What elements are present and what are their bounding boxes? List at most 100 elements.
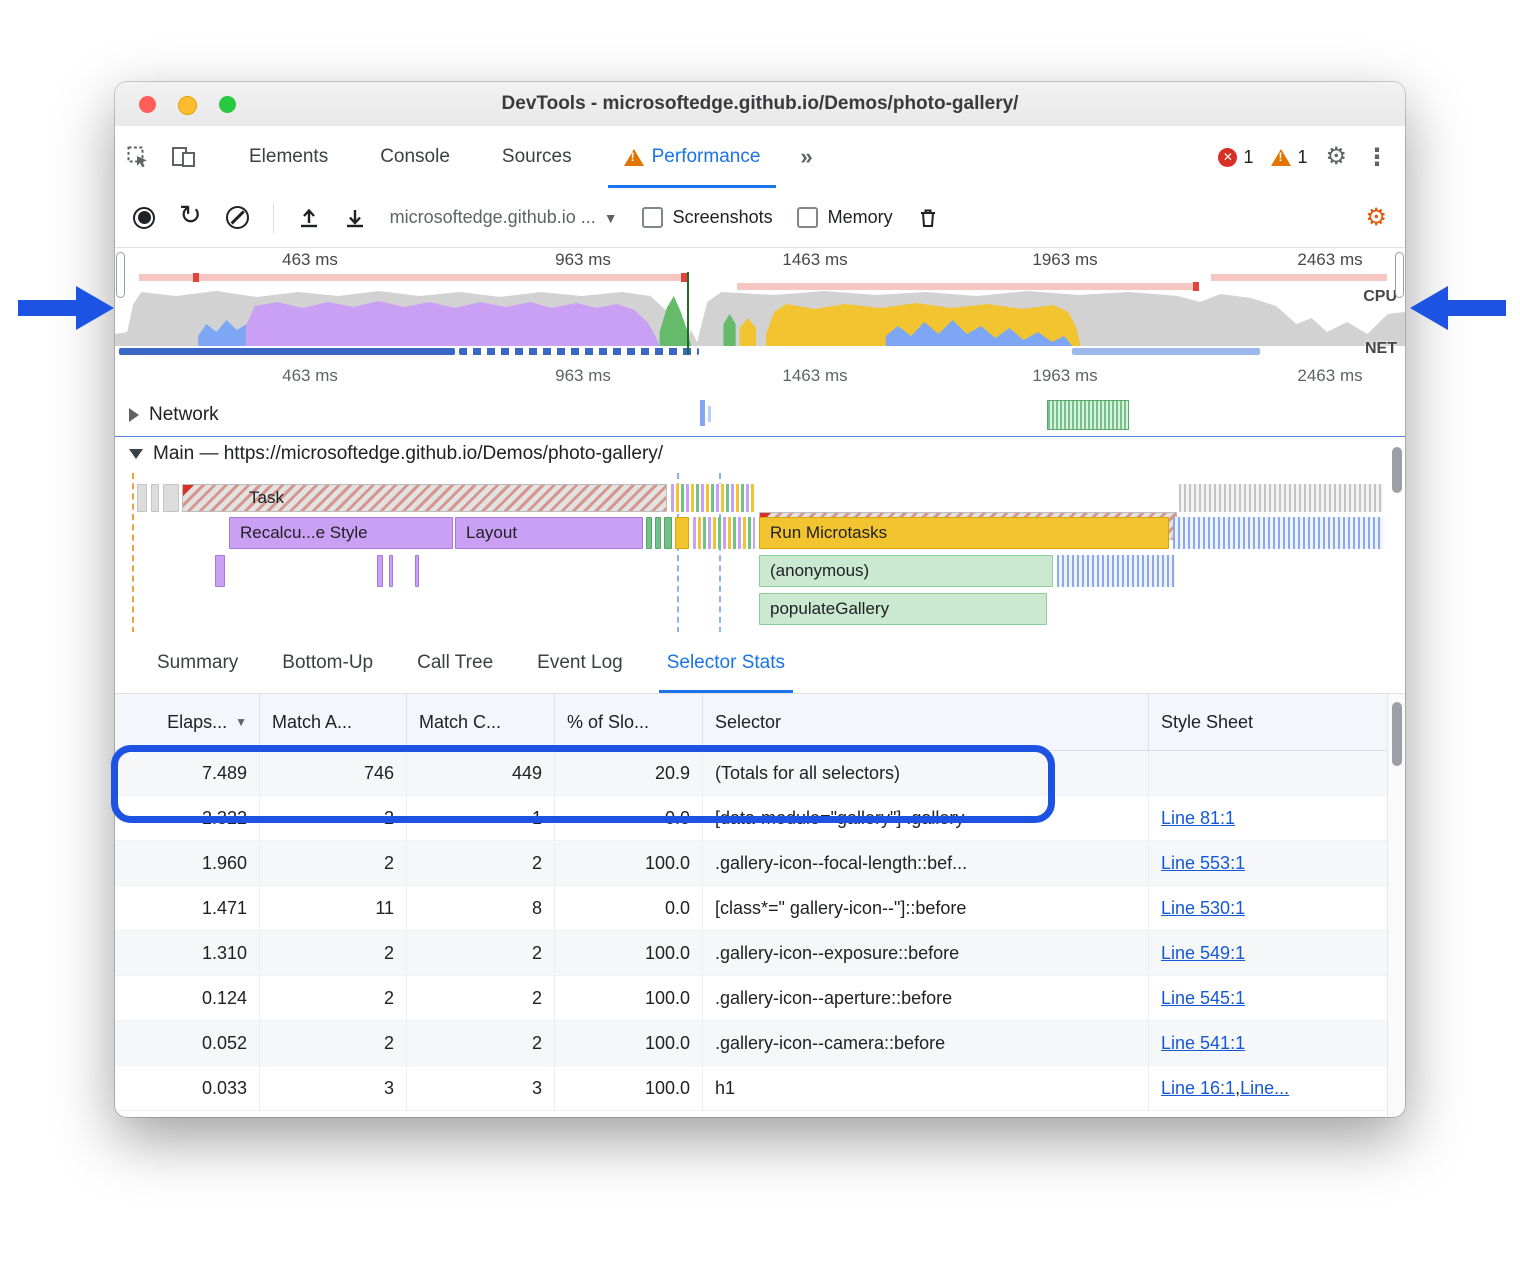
more-tabs-icon[interactable]: » — [786, 126, 826, 188]
table-row[interactable]: 0.033 3 3 100.0 h1 Line 16:1 , Line... — [115, 1066, 1387, 1111]
zoom-window-button[interactable] — [219, 96, 236, 113]
stylesheet-link[interactable]: Line 549:1 — [1161, 943, 1245, 964]
main-thread-track[interactable]: Main — https://microsoftedge.github.io/D… — [115, 436, 1405, 634]
tab-bottom-up[interactable]: Bottom-Up — [260, 632, 395, 693]
network-request-marker — [708, 406, 711, 422]
task-bar — [151, 484, 159, 512]
kebab-menu-icon[interactable]: ⋮ — [1365, 143, 1389, 172]
tab-sources[interactable]: Sources — [476, 126, 598, 188]
tab-elements[interactable]: Elements — [223, 126, 354, 188]
cell-slow-path-pct: 100.0 — [555, 1021, 703, 1065]
net-track-label: NET — [1365, 340, 1397, 358]
net-activity-bar — [1072, 348, 1260, 355]
vertical-scrollbar[interactable] — [1387, 694, 1405, 1117]
network-requests-block — [1047, 400, 1129, 430]
tab-call-tree[interactable]: Call Tree — [395, 632, 515, 693]
network-track[interactable]: Network — [115, 396, 1405, 437]
annotation-arrow-right — [1410, 286, 1506, 330]
table-row[interactable]: 0.052 2 2 100.0 .gallery-icon--camera::b… — [115, 1021, 1387, 1066]
record-button[interactable] — [133, 207, 155, 229]
reload-and-record-button[interactable]: ↻ — [179, 202, 202, 229]
long-task-marker — [193, 273, 199, 282]
stylesheet-link[interactable]: Line 553:1 — [1161, 853, 1245, 874]
playhead-marker[interactable] — [687, 272, 689, 354]
cell-match-attempts: 2 — [260, 1021, 407, 1065]
warning-icon — [624, 149, 644, 166]
task-bar — [163, 484, 179, 512]
header-style-sheet[interactable]: Style Sheet — [1149, 694, 1387, 750]
header-match-count[interactable]: Match C... — [407, 694, 555, 750]
tab-console[interactable]: Console — [354, 126, 476, 188]
capture-settings-gear-icon[interactable]: ⚙ — [1365, 206, 1387, 230]
settings-gear-icon[interactable]: ⚙ — [1325, 145, 1347, 169]
tab-performance[interactable]: Performance — [598, 126, 787, 188]
header-elapsed[interactable]: Elaps...▼ — [115, 694, 260, 750]
cell-selector: [class*=" gallery-icon--"]::before — [703, 886, 1149, 930]
stylesheet-link[interactable]: Line 81:1 — [1161, 808, 1235, 829]
table-row[interactable]: 1.471 11 8 0.0 [class*=" gallery-icon--"… — [115, 886, 1387, 931]
load-profile-icon[interactable] — [298, 207, 320, 229]
table-row[interactable]: 1.960 2 2 100.0 .gallery-icon--focal-len… — [115, 841, 1387, 886]
cell-match-count: 2 — [407, 1021, 555, 1065]
table-row[interactable]: 1.310 2 2 100.0 .gallery-icon--exposure:… — [115, 931, 1387, 976]
collect-garbage-icon[interactable] — [917, 207, 939, 229]
save-profile-icon[interactable] — [344, 207, 366, 229]
main-track-label: Main — https://microsoftedge.github.io/D… — [153, 443, 663, 465]
collapse-track-icon[interactable] — [129, 449, 143, 459]
timeline-overview[interactable]: 463 ms963 ms1463 ms1963 ms2463 ms — [115, 248, 1405, 360]
memory-checkbox[interactable]: Memory — [797, 207, 893, 228]
cell-selector: (Totals for all selectors) — [703, 751, 1149, 795]
screenshots-checkbox[interactable]: Screenshots — [642, 207, 773, 228]
layout-bar[interactable]: Layout — [455, 517, 643, 549]
analysis-tabbar: Summary Bottom-Up Call Tree Event Log Se… — [115, 632, 1405, 694]
stylesheet-link[interactable]: Line 530:1 — [1161, 898, 1245, 919]
close-window-button[interactable] — [139, 96, 156, 113]
small-events-strip — [693, 517, 755, 549]
overview-left-handle[interactable] — [116, 252, 125, 298]
expand-track-icon[interactable] — [129, 408, 139, 422]
flame-label: Recalcu...e Style — [230, 523, 368, 543]
chevron-down-icon: ▼ — [604, 210, 618, 226]
stylesheet-link[interactable]: Line 16:1 — [1161, 1078, 1235, 1099]
table-row[interactable]: 2.322 2 1 0.0 [data-module="gallery"] .g… — [115, 796, 1387, 841]
style-bar — [389, 555, 393, 587]
window-title: DevTools - microsoftedge.github.io/Demos… — [502, 93, 1019, 115]
script-bar — [675, 517, 689, 549]
cell-selector: .gallery-icon--camera::before — [703, 1021, 1149, 1065]
anonymous-function-bar[interactable]: (anonymous) — [759, 555, 1053, 587]
warning-icon — [1271, 149, 1291, 166]
device-toolbar-icon[interactable] — [161, 126, 207, 188]
overview-right-handle[interactable] — [1395, 252, 1404, 298]
header-match-attempts[interactable]: Match A... — [260, 694, 407, 750]
clear-button[interactable] — [226, 206, 249, 229]
cell-elapsed: 1.310 — [115, 931, 260, 975]
stylesheet-link[interactable]: Line 545:1 — [1161, 988, 1245, 1009]
error-badge[interactable]: ✕ 1 — [1218, 147, 1253, 168]
vertical-scrollbar-thumb[interactable] — [1392, 447, 1402, 493]
tab-summary[interactable]: Summary — [135, 632, 260, 693]
cell-match-count: 2 — [407, 976, 555, 1020]
header-slow-path-pct[interactable]: % of Slo... — [555, 694, 703, 750]
tab-selector-stats[interactable]: Selector Stats — [645, 632, 807, 693]
populate-gallery-bar[interactable]: populateGallery — [759, 593, 1047, 625]
error-icon: ✕ — [1218, 148, 1237, 167]
devtools-tabbar: Elements Console Sources Performance » ✕… — [115, 126, 1405, 189]
table-row[interactable]: 7.489 746 449 20.9 (Totals for all selec… — [115, 751, 1387, 796]
vertical-scrollbar-thumb[interactable] — [1392, 702, 1402, 766]
warning-badge[interactable]: 1 — [1271, 147, 1307, 168]
tab-event-log[interactable]: Event Log — [515, 632, 645, 693]
recalculate-style-bar[interactable]: Recalcu...e Style — [229, 517, 453, 549]
long-task-bar[interactable]: Task — [182, 484, 667, 512]
paint-bar — [655, 517, 661, 549]
inspect-element-icon[interactable] — [115, 126, 161, 188]
cell-match-count: 3 — [407, 1066, 555, 1110]
cell-style-sheet — [1149, 751, 1387, 795]
stylesheet-link[interactable]: Line... — [1240, 1078, 1289, 1099]
net-activity-bar — [459, 348, 699, 355]
header-selector[interactable]: Selector — [703, 694, 1149, 750]
run-microtasks-bar[interactable]: Run Microtasks — [759, 517, 1169, 549]
history-dropdown[interactable]: microsoftedge.github.io ... ▼ — [390, 207, 618, 228]
minimize-window-button[interactable] — [178, 96, 197, 115]
stylesheet-link[interactable]: Line 541:1 — [1161, 1033, 1245, 1054]
table-row[interactable]: 0.124 2 2 100.0 .gallery-icon--aperture:… — [115, 976, 1387, 1021]
